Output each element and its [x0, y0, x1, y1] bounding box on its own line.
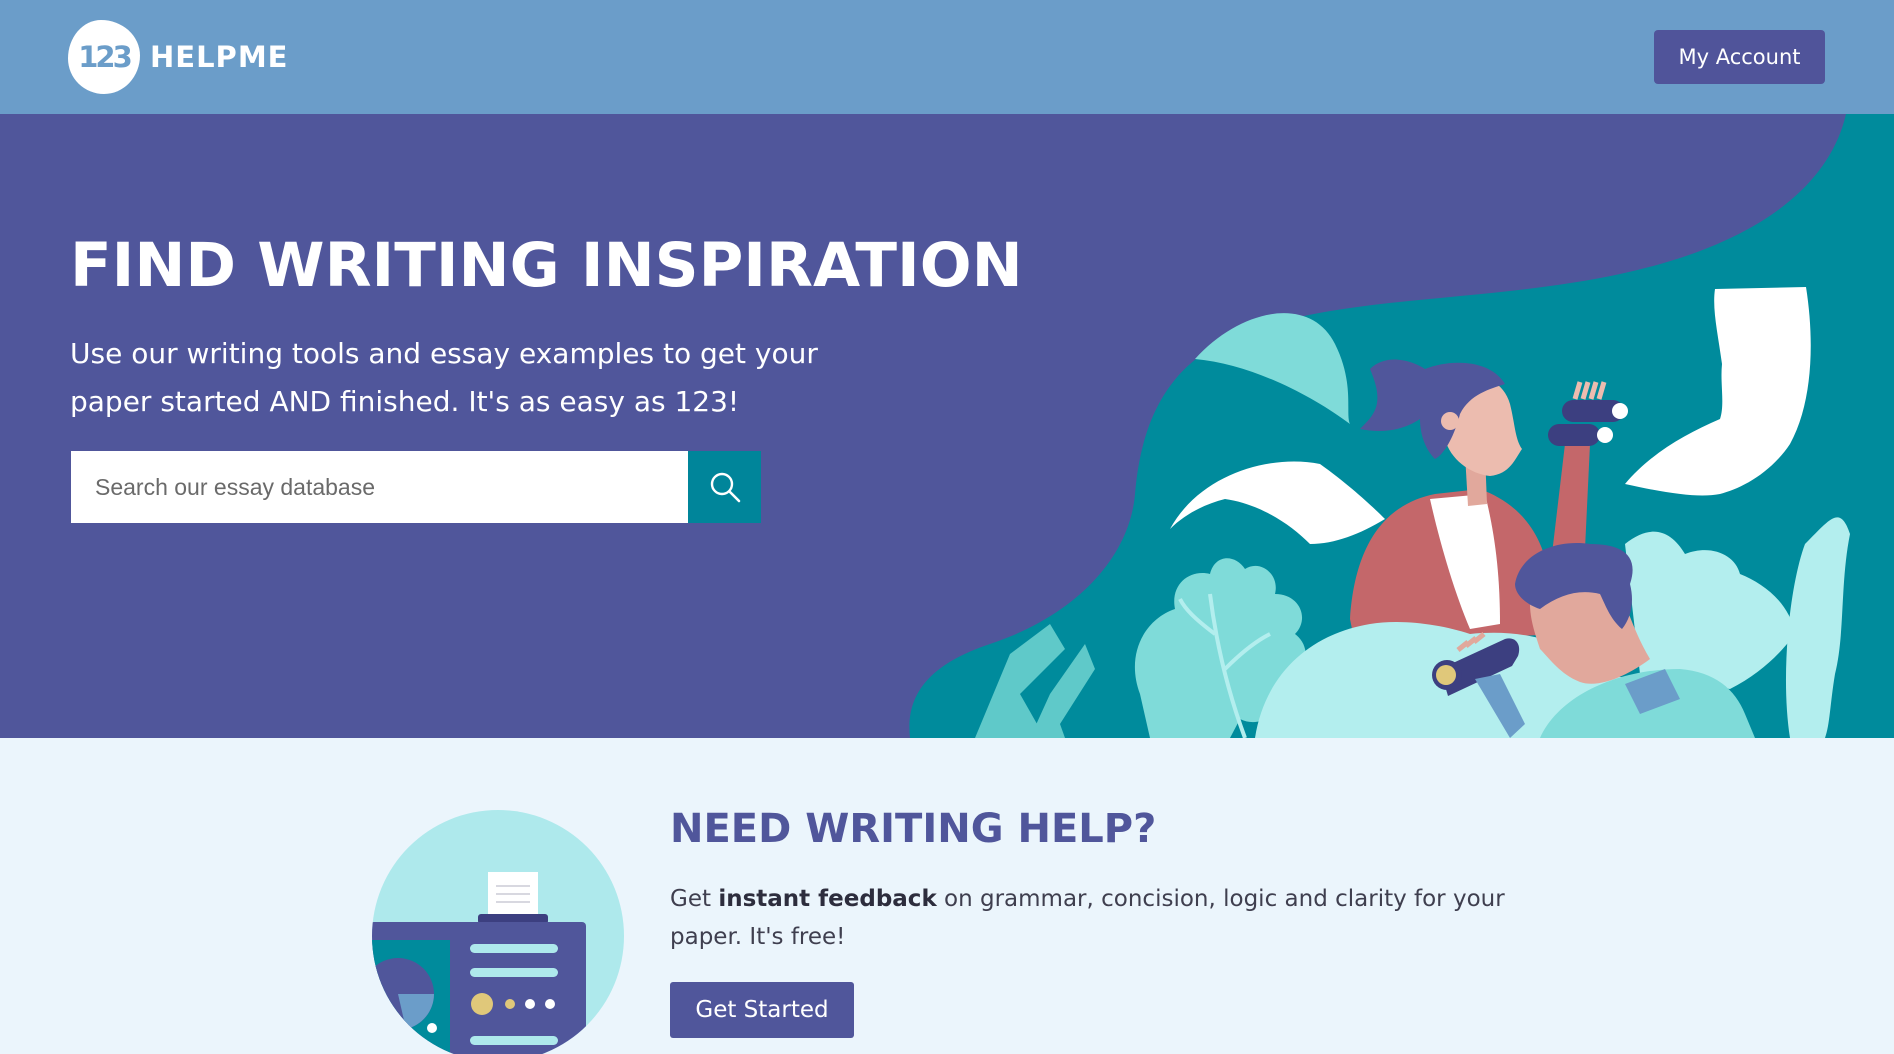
logo-wordmark: HELPME — [150, 40, 289, 74]
binoculars-lens-shape — [1597, 427, 1613, 443]
hero-subtitle: Use our writing tools and essay examples… — [70, 337, 818, 418]
indicator-dot-shape — [427, 1023, 437, 1033]
search-icon — [710, 472, 740, 503]
top-navigation-bar: 123 HELPME My Account — [0, 0, 1894, 114]
telescope-lens-shape — [1436, 665, 1456, 685]
indicator-dot-shape — [525, 999, 535, 1009]
writing-help-title: NEED WRITING HELP? — [670, 806, 1157, 852]
search-button[interactable] — [688, 451, 761, 523]
text-line-shape — [470, 944, 558, 953]
writing-help-description: Get instant feedback on grammar, concisi… — [670, 880, 1570, 956]
text-line-shape — [470, 968, 558, 977]
logo-badge: 123 — [68, 20, 140, 94]
person-ear-shape — [1581, 595, 1603, 617]
site-logo[interactable]: 123 HELPME — [68, 20, 288, 94]
get-started-button[interactable]: Get Started — [670, 982, 854, 1038]
help-text-part: Get — [670, 886, 719, 912]
indicator-dot-shape — [505, 999, 515, 1009]
essay-search-form — [71, 451, 761, 523]
binoculars-lens-shape — [1612, 403, 1628, 419]
help-text-emphasis: instant feedback — [718, 886, 937, 912]
indicator-dot-shape — [545, 999, 555, 1009]
person-ear-shape — [1441, 412, 1459, 430]
binoculars-shape — [1548, 424, 1600, 446]
essay-search-input[interactable] — [71, 451, 688, 523]
indicator-dot-shape — [471, 993, 493, 1015]
my-account-button[interactable]: My Account — [1654, 30, 1825, 84]
text-line-shape — [470, 1036, 558, 1045]
hero-section: FIND WRITING INSPIRATION Use our writing… — [0, 114, 1894, 738]
hero-title: FIND WRITING INSPIRATION — [70, 230, 1023, 301]
hero-illustration — [909, 114, 1894, 738]
writing-feedback-illustration — [372, 810, 624, 1054]
